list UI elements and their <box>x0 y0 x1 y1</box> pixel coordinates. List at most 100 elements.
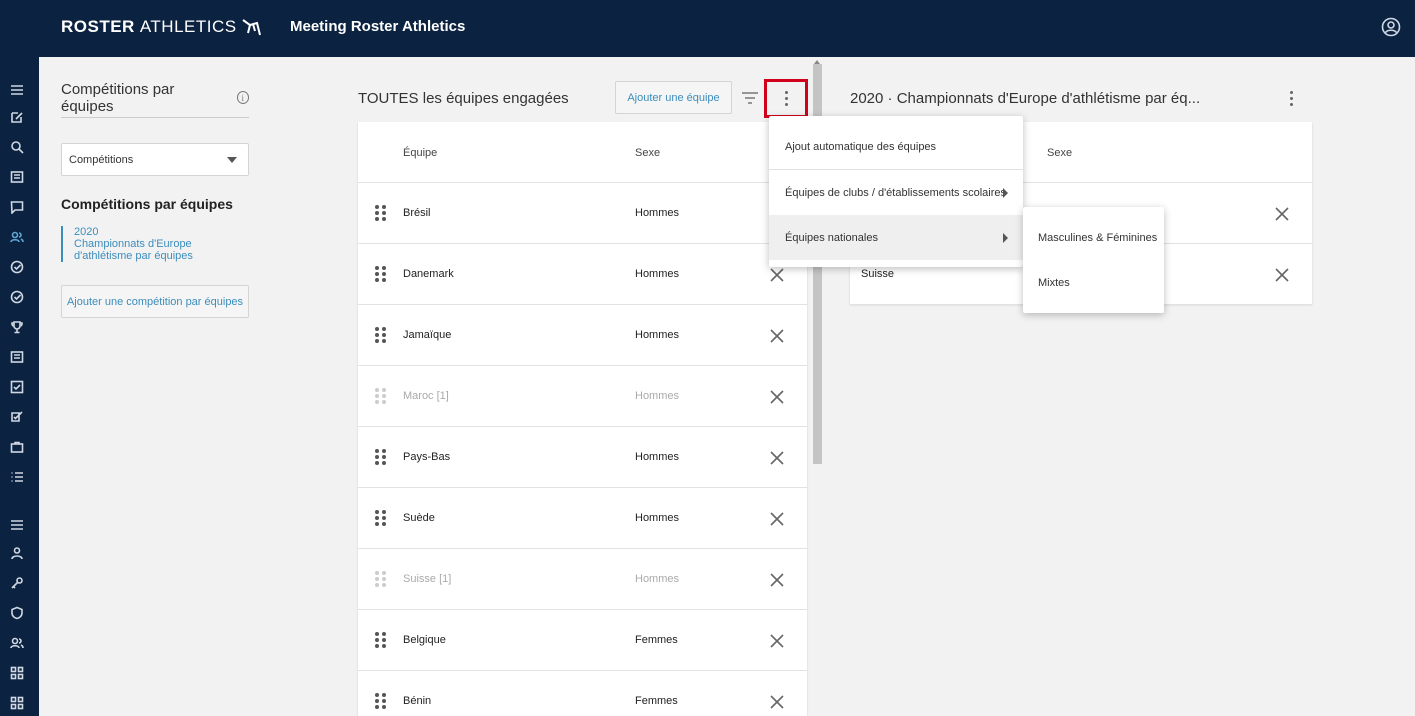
close-icon[interactable] <box>769 389 785 405</box>
checklist-icon[interactable] <box>9 409 25 425</box>
shield-icon[interactable] <box>9 605 25 621</box>
top-bar: ROSTER ATHLETICS Meeting Roster Athletic… <box>0 0 1415 57</box>
team-icon[interactable] <box>9 229 25 245</box>
table-row[interactable]: Danemark Hommes <box>358 244 807 305</box>
submenu-item-masc-fem[interactable]: Masculines & Féminines <box>1023 215 1164 260</box>
drag-handle-icon[interactable] <box>375 388 386 404</box>
table-row[interactable]: Brésil Hommes <box>358 183 807 244</box>
drag-handle-icon[interactable] <box>375 571 386 587</box>
close-icon[interactable] <box>769 694 785 710</box>
team-sex: Hommes <box>635 390 680 402</box>
team-sex: Femmes <box>635 695 678 707</box>
briefcase-icon[interactable] <box>9 439 25 455</box>
edit-icon[interactable] <box>9 109 25 125</box>
drag-handle-icon[interactable] <box>375 266 386 282</box>
trophy-icon[interactable] <box>9 319 25 335</box>
drag-handle-icon[interactable] <box>375 205 386 221</box>
drag-handle-icon[interactable] <box>375 510 386 526</box>
table-row[interactable]: Suisse [1] Hommes <box>358 549 807 610</box>
teams-header: TOUTES les équipes engagées Ajouter une … <box>358 78 808 118</box>
team-sex: Hommes <box>635 451 680 463</box>
team-name: Bénin <box>403 695 432 707</box>
team-sex: Hommes <box>635 573 680 585</box>
table-row[interactable]: Suède Hommes <box>358 488 807 549</box>
team-name: Suisse <box>861 268 895 280</box>
grid-icon[interactable] <box>9 695 25 711</box>
athlete-icon <box>242 19 261 36</box>
team-sex: Hommes <box>635 207 680 219</box>
menu-item-auto-add[interactable]: Ajout automatique des équipes <box>769 124 1023 169</box>
list-icon[interactable] <box>9 169 25 185</box>
check-circle-icon[interactable] <box>9 289 25 305</box>
add-competition-button[interactable]: Ajouter une compétition par équipes <box>61 285 249 318</box>
table-row[interactable]: Pays-Bas Hommes <box>358 427 807 488</box>
panel-header: Compétitions par équipes i <box>61 78 249 118</box>
submenu-item-mixed[interactable]: Mixtes <box>1023 260 1164 305</box>
caret-down-icon <box>227 157 237 163</box>
close-icon[interactable] <box>769 572 785 588</box>
search-icon[interactable] <box>9 139 25 155</box>
team-sex: Hommes <box>635 512 680 524</box>
info-icon[interactable]: i <box>236 91 249 104</box>
filter-icon[interactable] <box>741 91 759 105</box>
grid-icon[interactable] <box>9 665 25 681</box>
team-sex: Hommes <box>635 329 680 341</box>
col-team: Équipe <box>403 147 438 159</box>
app-title: Meeting Roster Athletics <box>290 18 466 35</box>
table-row[interactable]: Maroc [1] Hommes <box>358 366 807 427</box>
close-icon[interactable] <box>769 328 785 344</box>
table-row[interactable]: Bénin Femmes <box>358 671 807 716</box>
checkbox-icon[interactable] <box>9 379 25 395</box>
account-circle-icon[interactable] <box>1381 17 1401 37</box>
close-icon[interactable] <box>769 267 785 283</box>
table-row[interactable]: Jamaïque Hommes <box>358 305 807 366</box>
bullet-list-icon[interactable] <box>9 469 25 485</box>
select-value: Compétitions <box>69 154 134 166</box>
menu-item-club-teams[interactable]: Équipes de clubs / d'établissements scol… <box>769 170 1023 215</box>
team-sex: Hommes <box>635 268 680 280</box>
options-menu: Ajout automatique des équipes Équipes de… <box>769 116 1023 267</box>
competition-year: 2020 <box>74 226 99 238</box>
team-name: Suède <box>403 512 435 524</box>
close-icon[interactable] <box>769 450 785 466</box>
menu-icon[interactable] <box>9 517 25 533</box>
menu-item-label: Équipes nationales <box>785 231 878 244</box>
close-icon[interactable] <box>769 511 785 527</box>
team-name: Danemark <box>403 268 454 280</box>
national-teams-submenu: Masculines & Féminines Mixtes <box>1023 207 1164 313</box>
team-icon[interactable] <box>9 635 25 651</box>
more-vert-icon[interactable] <box>1290 91 1293 106</box>
chevron-right-icon <box>1003 233 1008 243</box>
menu-icon[interactable] <box>9 82 25 98</box>
drag-handle-icon[interactable] <box>375 693 386 709</box>
competitions-panel: Compétitions par équipes i Compétitions … <box>61 78 249 318</box>
close-icon[interactable] <box>1274 206 1290 222</box>
more-options-button[interactable] <box>764 79 808 118</box>
drag-handle-icon[interactable] <box>375 327 386 343</box>
drag-handle-icon[interactable] <box>375 449 386 465</box>
close-icon[interactable] <box>1274 267 1290 283</box>
add-team-button[interactable]: Ajouter une équipe <box>615 81 732 114</box>
drag-handle-icon[interactable] <box>375 632 386 648</box>
team-name: Pays-Bas <box>403 451 451 463</box>
team-name: Jamaïque <box>403 329 452 341</box>
competitions-select[interactable]: Compétitions <box>61 143 249 176</box>
table-row[interactable]: Belgique Femmes <box>358 610 807 671</box>
document-icon[interactable] <box>9 349 25 365</box>
competition-link[interactable]: 2020 Championnats d'Europe d'athlétisme … <box>61 226 249 262</box>
team-name: Belgique <box>403 634 446 646</box>
person-icon[interactable] <box>9 545 25 561</box>
menu-item-national-teams[interactable]: Équipes nationales <box>769 215 1023 260</box>
brand-bold: ROSTER <box>61 17 135 36</box>
competition-header: 2020 · Championnats d'Europe d'athlétism… <box>850 78 1312 118</box>
chevron-right-icon <box>1003 188 1008 198</box>
close-icon[interactable] <box>769 633 785 649</box>
competition-name: Championnats d'Europe d'athlétisme par é… <box>74 238 193 262</box>
chat-icon[interactable] <box>9 199 25 215</box>
check-circle-icon[interactable] <box>9 259 25 275</box>
competition-title: 2020 · Championnats d'Europe d'athlétism… <box>850 90 1201 107</box>
key-icon[interactable] <box>9 575 25 591</box>
brand-logo[interactable]: ROSTER ATHLETICS <box>61 17 262 37</box>
team-name: Maroc [1] <box>403 390 449 402</box>
nav-rail <box>0 57 39 716</box>
